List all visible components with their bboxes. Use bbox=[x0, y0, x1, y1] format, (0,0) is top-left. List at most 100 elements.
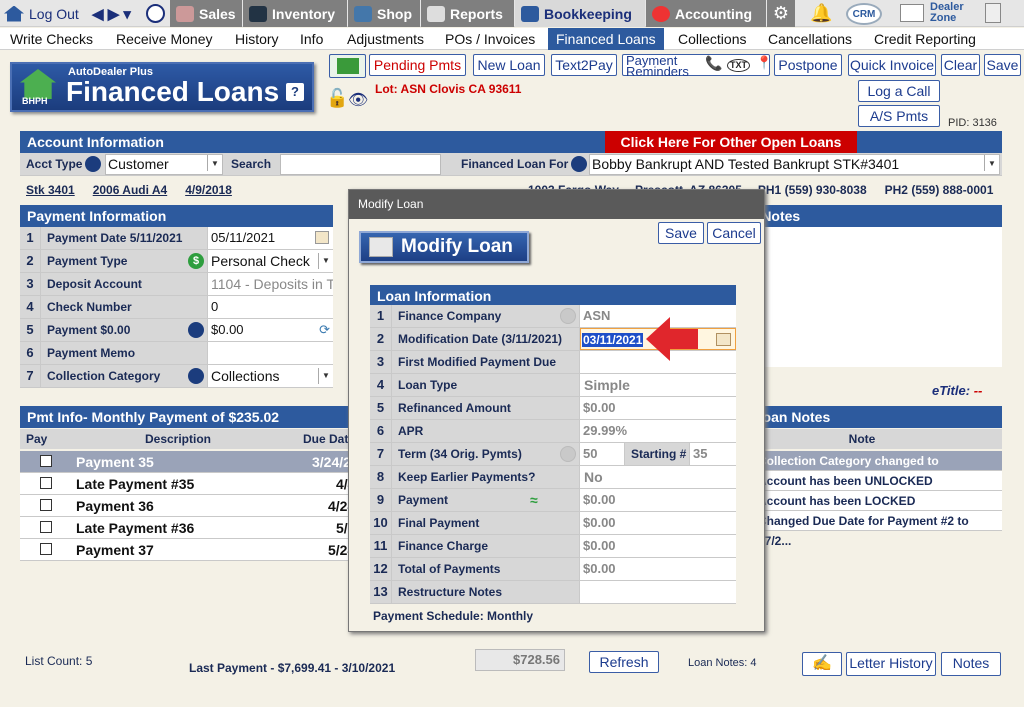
row-number: 2 bbox=[370, 328, 392, 350]
tab-bookkeeping[interactable]: Bookkeeping bbox=[515, 0, 645, 27]
approx-icon[interactable]: ≈ bbox=[530, 489, 538, 511]
notes-button[interactable]: Notes bbox=[941, 652, 1001, 676]
payment-type-select[interactable]: Personal Check ▼ bbox=[208, 250, 333, 272]
pay-checkbox[interactable] bbox=[40, 520, 52, 533]
text2pay-button[interactable]: Text2Pay bbox=[551, 54, 617, 76]
gear-icon[interactable]: ⚙ bbox=[767, 0, 795, 27]
apr-value[interactable]: 29.99% bbox=[580, 420, 736, 442]
payment-link-icon[interactable] bbox=[188, 322, 204, 338]
payment-reminders-button[interactable]: Payment Reminders 📞 TXT 📍 bbox=[622, 54, 772, 78]
payment-date-row: 1 Payment Date 5/11/2021 05/11/2021 bbox=[20, 227, 333, 250]
dialog-title-bar[interactable]: Modify Loan bbox=[349, 190, 764, 219]
table-row[interactable]: Payment 35 3/24/2021 bbox=[20, 451, 348, 473]
dialog-cancel-button[interactable]: Cancel bbox=[707, 222, 761, 244]
tab-reports[interactable]: Reports bbox=[421, 0, 514, 27]
check-number-input[interactable]: 0 bbox=[208, 296, 333, 318]
other-open-loans-button[interactable]: Click Here For Other Open Loans bbox=[605, 131, 857, 153]
pay-checkbox[interactable] bbox=[40, 542, 52, 555]
starting-number-value[interactable]: 35 bbox=[690, 443, 736, 465]
table-row[interactable]: Payment 36 4/24/2021 bbox=[20, 495, 348, 517]
collection-category-select[interactable]: Collections ▼ bbox=[208, 365, 333, 387]
pay-checkbox[interactable] bbox=[40, 498, 52, 511]
clear-button[interactable]: Clear bbox=[941, 54, 980, 76]
eye-icon[interactable]: 👁 bbox=[348, 90, 368, 110]
pending-pmts-button[interactable]: Pending Pmts bbox=[369, 54, 466, 76]
help-icon[interactable]: ? bbox=[286, 83, 304, 101]
logout-label[interactable]: Log Out bbox=[29, 6, 79, 22]
acct-type-link-icon[interactable] bbox=[85, 156, 101, 172]
menu-financed-loans[interactable]: Financed Loans bbox=[548, 28, 664, 50]
as-pmts-button[interactable]: A/S Pmts bbox=[858, 105, 940, 127]
calendar-icon[interactable] bbox=[716, 333, 731, 346]
term-link-icon[interactable] bbox=[560, 446, 576, 462]
tab-sales[interactable]: Sales bbox=[170, 0, 242, 27]
pay-checkbox[interactable] bbox=[40, 454, 52, 467]
search-input[interactable] bbox=[280, 154, 441, 175]
user-avatar-icon[interactable] bbox=[146, 4, 165, 23]
back-forward-arrows-icon[interactable]: ◀ ▶ ▾ bbox=[92, 5, 131, 23]
bell-icon[interactable]: 🔔 bbox=[810, 3, 832, 24]
vehicle-info-line[interactable]: Stk 3401 2006 Audi A4 4/9/2018 bbox=[26, 183, 232, 197]
payment-amount-input[interactable]: $0.00 ⟳ bbox=[208, 319, 333, 341]
logout-link[interactable]: Log Out bbox=[4, 0, 79, 27]
financed-loan-link-icon[interactable] bbox=[571, 156, 587, 172]
col-due-date[interactable]: Due Date bbox=[303, 429, 348, 449]
signature-icon[interactable]: ✍ bbox=[802, 652, 842, 676]
list-count: List Count: 5 bbox=[25, 654, 93, 668]
car-icon bbox=[249, 5, 267, 22]
save-button[interactable]: Save bbox=[984, 54, 1021, 76]
letter-history-button[interactable]: Letter History bbox=[846, 652, 936, 676]
total-of-payments-value[interactable]: $0.00 bbox=[580, 558, 736, 580]
row-number: 10 bbox=[370, 512, 392, 534]
term-value[interactable]: 50 bbox=[580, 443, 624, 465]
table-row[interactable]: Late Payment #35 4/4/2021 bbox=[20, 473, 348, 495]
menu-credit-reporting[interactable]: Credit Reporting bbox=[866, 28, 984, 50]
menu-write-checks[interactable]: Write Checks bbox=[2, 28, 101, 50]
new-loan-button[interactable]: New Loan bbox=[473, 54, 545, 76]
refresh-button[interactable]: Refresh bbox=[589, 651, 659, 673]
payment-description: Payment 36 bbox=[76, 497, 154, 514]
tab-inventory[interactable]: Inventory bbox=[243, 0, 347, 27]
refinanced-amount-value[interactable]: $0.00 bbox=[580, 397, 736, 419]
row-number: 8 bbox=[370, 466, 392, 488]
col-description[interactable]: Description bbox=[53, 429, 303, 449]
table-row[interactable]: Late Payment #36 5/5/2021 bbox=[20, 517, 348, 539]
dollar-icon[interactable]: $ bbox=[188, 253, 204, 269]
final-payment-value[interactable]: $0.00 bbox=[580, 512, 736, 534]
financed-loan-for-select[interactable]: Bobby Bankrupt AND Tested Bankrupt STK#3… bbox=[589, 154, 1000, 175]
crm-icon[interactable]: CRM bbox=[846, 3, 882, 25]
menu-info[interactable]: Info bbox=[292, 28, 331, 50]
keep-earlier-payments-value[interactable]: No bbox=[580, 466, 736, 488]
menu-adjustments[interactable]: Adjustments bbox=[339, 28, 432, 50]
log-a-call-button[interactable]: Log a Call bbox=[858, 80, 940, 102]
postpone-button[interactable]: Postpone bbox=[774, 54, 842, 76]
menu-cancellations[interactable]: Cancellations bbox=[760, 28, 860, 50]
pay-checkbox[interactable] bbox=[40, 476, 52, 489]
green-folder-icon[interactable] bbox=[329, 54, 366, 78]
finance-company-link-icon[interactable] bbox=[560, 308, 576, 324]
loan-type-value[interactable]: Simple bbox=[580, 374, 736, 396]
finance-charge-value[interactable]: $0.00 bbox=[580, 535, 736, 557]
table-row[interactable]: Payment 37 5/24/2021 bbox=[20, 539, 348, 561]
menu-receive-money[interactable]: Receive Money bbox=[108, 28, 221, 50]
quick-invoice-button[interactable]: Quick Invoice bbox=[848, 54, 936, 76]
acct-type-select[interactable]: Customer ▼ bbox=[105, 154, 223, 175]
menu-pos-invoices[interactable]: POs / Invoices bbox=[437, 28, 543, 50]
tab-accounting[interactable]: Accounting bbox=[646, 0, 766, 27]
lock-icon[interactable]: 🔓 bbox=[326, 88, 348, 109]
payment-date-input[interactable]: 05/11/2021 bbox=[208, 227, 333, 249]
deposit-account-value[interactable]: 1104 - Deposits in T bbox=[208, 273, 333, 295]
calculator-icon[interactable] bbox=[985, 3, 1001, 23]
menu-collections[interactable]: Collections bbox=[670, 28, 754, 50]
refresh-icon[interactable]: ⟳ bbox=[319, 319, 330, 341]
dialog-save-button[interactable]: Save bbox=[658, 222, 704, 244]
loan-information-header: Loan Information bbox=[370, 285, 736, 307]
payment-value[interactable]: $0.00 bbox=[580, 489, 736, 511]
calendar-icon[interactable] bbox=[315, 231, 329, 244]
tab-shop[interactable]: Shop bbox=[348, 0, 420, 27]
collection-link-icon[interactable] bbox=[188, 368, 204, 384]
payment-memo-input[interactable] bbox=[208, 342, 333, 364]
restructure-notes-input[interactable] bbox=[580, 581, 736, 603]
dealer-zone-link[interactable]: Dealer Zone bbox=[930, 2, 980, 24]
menu-history[interactable]: History bbox=[227, 28, 287, 50]
